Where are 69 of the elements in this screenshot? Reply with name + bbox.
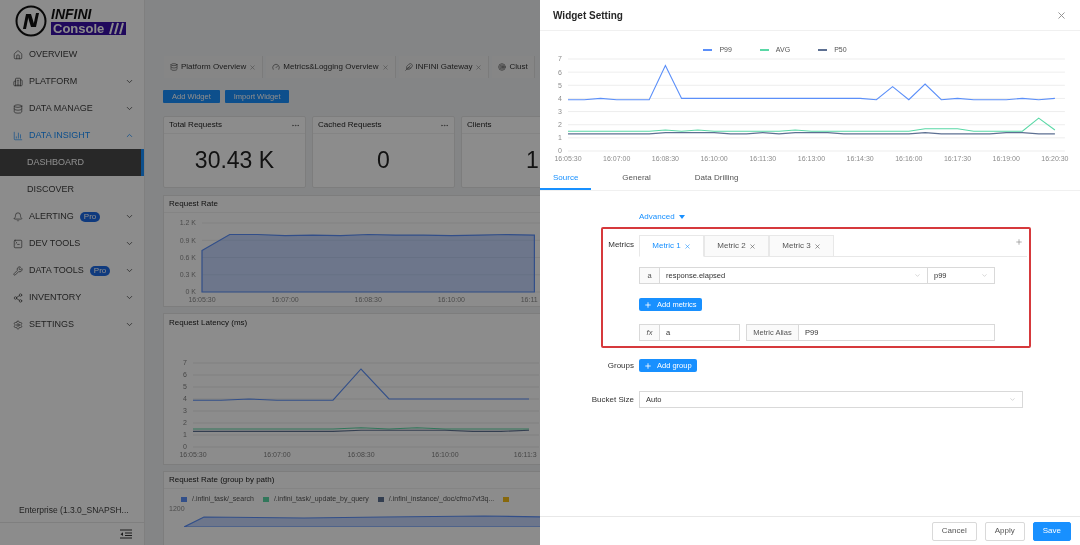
close-icon[interactable]	[1056, 9, 1067, 21]
logo-text: INFINI	[51, 6, 93, 21]
close-icon[interactable]	[748, 242, 756, 250]
panel-title: Request Rate	[169, 198, 218, 210]
field-label: Groups	[607, 359, 634, 372]
card-title: Clients	[467, 119, 492, 131]
gauge-icon	[272, 63, 281, 71]
chevron-down-icon	[914, 272, 921, 279]
plus-icon	[644, 300, 652, 309]
sidebar-item[interactable]: PLATFORM	[0, 68, 144, 95]
close-icon[interactable]	[813, 242, 821, 250]
drawer-title: Widget Setting	[553, 8, 623, 23]
sidebar-item[interactable]: INVENTORY	[0, 284, 144, 311]
database-icon	[13, 103, 23, 114]
feather-icon	[404, 63, 413, 71]
tab[interactable]: Data Drilling	[681, 168, 752, 190]
sidebar-subitem[interactable]: DASHBOARD	[0, 149, 144, 176]
target-icon	[498, 63, 507, 71]
metric-tab[interactable]: Metric 2	[704, 235, 769, 257]
metric-tab[interactable]: Metric 1	[639, 235, 704, 257]
plus-icon	[644, 361, 652, 370]
sidebar-item[interactable]: DATA INSIGHT	[0, 122, 144, 149]
slashes-icon	[106, 21, 125, 35]
bell-icon	[13, 211, 23, 222]
tab[interactable]: General	[609, 168, 664, 190]
chevron-down-icon	[1009, 396, 1016, 403]
card-title: Total Requests	[169, 119, 222, 131]
stat-value: 30.43 K	[194, 146, 275, 176]
settings-icon	[13, 319, 23, 330]
save-button[interactable]: Save	[1032, 521, 1071, 541]
advanced-link[interactable]: Advanced	[639, 212, 685, 222]
close-icon[interactable]	[249, 63, 257, 71]
panel-title: Request Latency (ms)	[169, 316, 248, 329]
field-label: Metrics	[608, 239, 634, 251]
version-item[interactable]: Enterprise (1.3.0_SNAPSH...	[0, 498, 144, 522]
sidebar-item[interactable]: DATA TOOLS Pro	[0, 257, 144, 284]
add-tab-icon[interactable]	[1015, 238, 1023, 246]
bar-chart-icon	[13, 130, 23, 141]
label-tag: Pro	[79, 211, 101, 222]
logo-text: Console	[53, 21, 105, 35]
metric-tab[interactable]: Metric 3	[769, 235, 834, 257]
sidebar-item[interactable]: ALERTING Pro	[0, 203, 144, 230]
stat-value: 0	[377, 146, 390, 176]
share-icon	[13, 292, 23, 303]
footer-button[interactable]: Cancel	[931, 521, 977, 541]
stat-value: 1	[526, 146, 539, 176]
close-icon[interactable]	[683, 242, 691, 250]
wrench-icon	[13, 265, 23, 276]
building-icon	[13, 76, 23, 87]
chevron-down-icon	[981, 272, 988, 279]
card-title: Cached Requests	[318, 119, 382, 131]
terminal-icon	[13, 238, 23, 249]
sidebar-item[interactable]: SETTINGS	[0, 311, 144, 338]
database-icon	[170, 63, 178, 71]
sidebar-item[interactable]: DATA MANAGE	[0, 95, 144, 122]
home-icon	[13, 49, 23, 60]
tab[interactable]: Source	[540, 168, 592, 190]
sidebar-item[interactable]: DEV TOOLS	[0, 230, 144, 257]
label-tag: Pro	[89, 265, 111, 276]
field-label: Bucket Size	[591, 393, 634, 406]
close-icon[interactable]	[381, 63, 389, 71]
footer-button[interactable]: Apply	[984, 521, 1025, 541]
caret-down-icon	[678, 215, 685, 219]
logo-icon	[15, 4, 47, 37]
sidebar-item[interactable]: OVERVIEW	[0, 41, 144, 68]
sidebar-subitem[interactable]: DISCOVER	[0, 176, 144, 203]
collapse-menu-icon[interactable]	[120, 529, 132, 539]
panel-title: Request Rate (group by path)	[169, 474, 275, 486]
close-icon[interactable]	[475, 63, 483, 71]
